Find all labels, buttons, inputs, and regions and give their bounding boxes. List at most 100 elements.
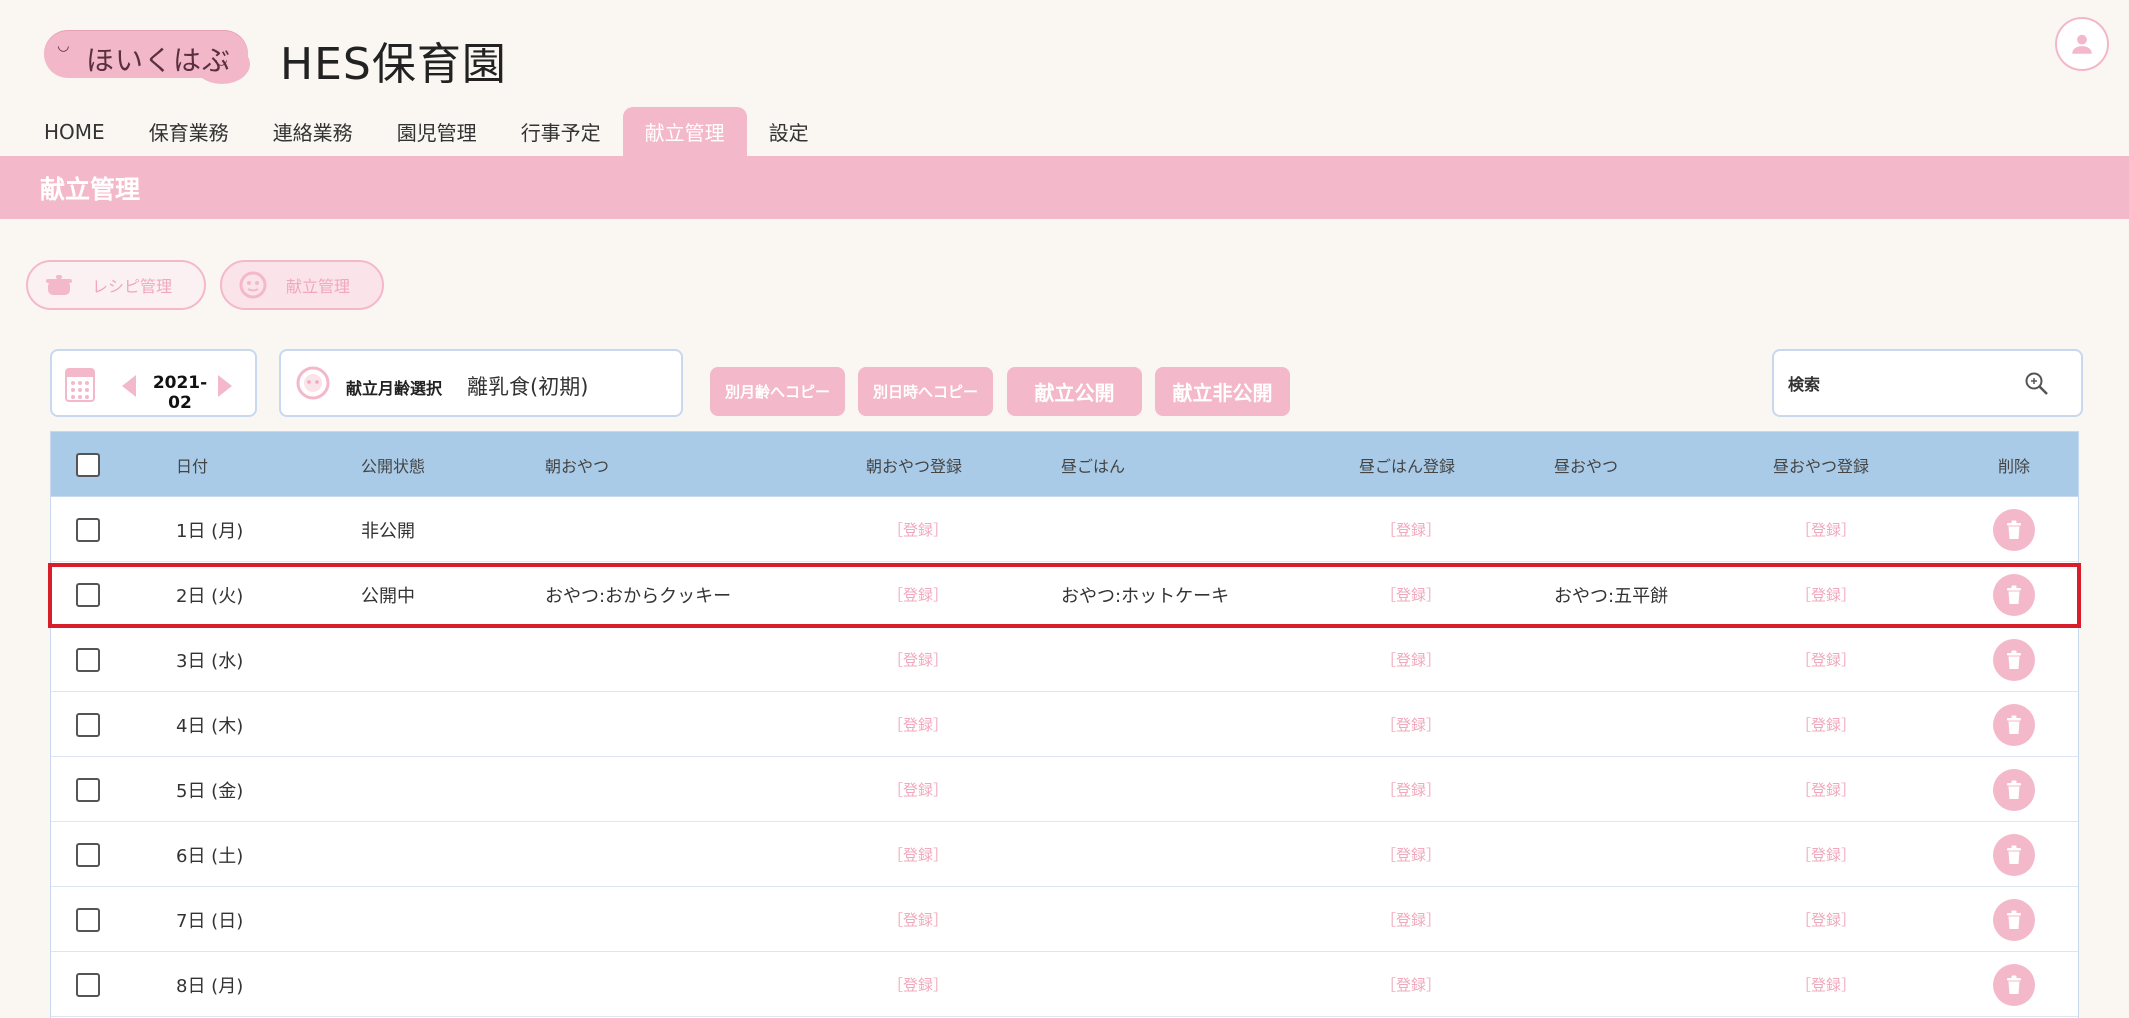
row-checkbox[interactable]	[76, 842, 100, 867]
afternoon-register-link[interactable]: ［登録］	[1796, 822, 1856, 887]
row-checkbox[interactable]	[76, 517, 100, 542]
next-month-arrow-icon[interactable]	[218, 375, 232, 397]
table-row: 7日 (日) ［登録］ ［登録］ ［登録］	[51, 887, 2078, 952]
row-checkbox[interactable]	[76, 647, 100, 672]
row-date: 8日 (月)	[176, 975, 244, 997]
delete-button[interactable]	[1993, 508, 2035, 551]
morning-register-link[interactable]: ［登録］	[888, 822, 948, 887]
lunch-register-link[interactable]: ［登録］	[1381, 497, 1441, 562]
unpublish-menu-button[interactable]: 献立非公開	[1155, 367, 1290, 416]
recipe-manage-button[interactable]: レシピ管理	[26, 260, 207, 310]
lunch-register-link[interactable]: ［登録］	[1381, 887, 1441, 952]
morning-register-link[interactable]: ［登録］	[888, 497, 948, 562]
afternoon-register-link[interactable]: ［登録］	[1796, 497, 1856, 562]
row-status: 公開中	[361, 585, 415, 607]
trash-icon	[2007, 585, 2021, 604]
top-bar: ◡ ほいくはぶ ◡ HES保育園	[0, 0, 2129, 98]
header-lunch: 昼ごはん	[1061, 456, 1126, 476]
morning-register-link[interactable]: ［登録］	[888, 952, 948, 1017]
publish-menu-button[interactable]: 献立公開	[1007, 367, 1142, 416]
nav-children[interactable]: 園児管理	[375, 107, 499, 156]
row-date: 5日 (金)	[176, 780, 244, 802]
face-icon	[238, 270, 268, 300]
morning-register-link[interactable]: ［登録］	[888, 757, 948, 822]
header-date: 日付	[176, 456, 209, 476]
row-checkbox[interactable]	[76, 712, 100, 737]
afternoon-register-link[interactable]: ［登録］	[1796, 562, 1856, 627]
age-select-value: 離乳食(初期)	[467, 375, 589, 399]
lunch-register-link[interactable]: ［登録］	[1381, 952, 1441, 1017]
logo-smile-left: ◡	[58, 38, 69, 54]
pot-icon	[44, 270, 74, 300]
delete-button[interactable]	[1993, 573, 2035, 616]
select-all-checkbox[interactable]	[76, 452, 100, 477]
nav-contact[interactable]: 連絡業務	[251, 107, 375, 156]
search-icon[interactable]	[2024, 371, 2050, 401]
row-date: 7日 (日)	[176, 910, 244, 932]
row-date: 1日 (月)	[176, 520, 244, 542]
prev-month-arrow-icon[interactable]	[122, 375, 136, 397]
app-logo[interactable]: ◡ ほいくはぶ ◡	[44, 30, 250, 84]
app-title: HES保育園	[280, 39, 507, 90]
delete-button[interactable]	[1993, 638, 2035, 681]
logo-smile-right: ◡	[216, 52, 227, 68]
delete-button[interactable]	[1993, 833, 2035, 876]
table-row: 1日 (月) 非公開 ［登録］ ［登録］ ［登録］	[51, 497, 2078, 562]
nav-events[interactable]: 行事予定	[499, 107, 623, 156]
morning-register-link[interactable]: ［登録］	[888, 692, 948, 757]
copy-to-date-button[interactable]: 別日時へコピー	[858, 367, 993, 416]
lunch-register-link[interactable]: ［登録］	[1381, 822, 1441, 887]
age-select-label: 献立月齢選択	[346, 379, 443, 398]
trash-icon	[2007, 845, 2021, 864]
row-checkbox[interactable]	[76, 907, 100, 932]
trash-icon	[2007, 715, 2021, 734]
delete-button[interactable]	[1993, 963, 2035, 1006]
user-avatar-button[interactable]	[2055, 17, 2109, 71]
logo-text: ほいくはぶ	[86, 44, 232, 77]
morning-register-link[interactable]: ［登録］	[888, 562, 948, 627]
morning-register-link[interactable]: ［登録］	[888, 887, 948, 952]
search-input[interactable]	[1788, 367, 2018, 401]
row-date: 6日 (土)	[176, 845, 244, 867]
age-select[interactable]: 献立月齢選択 離乳食(初期)	[279, 349, 880, 417]
lunch-register-link[interactable]: ［登録］	[1381, 562, 1441, 627]
lunch-register-link[interactable]: ［登録］	[1381, 757, 1441, 822]
nav-childcare[interactable]: 保育業務	[127, 107, 251, 156]
table-row: 4日 (木) ［登録］ ［登録］ ［登録］	[51, 692, 2078, 757]
header-afternoon-snack: 昼おやつ	[1554, 456, 1619, 476]
afternoon-register-link[interactable]: ［登録］	[1796, 757, 1856, 822]
nav-settings[interactable]: 設定	[747, 107, 831, 156]
table-row: 8日 (月) ［登録］ ［登録］ ［登録］	[51, 952, 2078, 1017]
page-title-band: 献立管理	[0, 156, 2129, 219]
row-morning-snack: おやつ:おからクッキー	[545, 585, 732, 607]
nav-home[interactable]: HOME	[0, 107, 127, 156]
row-checkbox[interactable]	[76, 972, 100, 997]
afternoon-register-link[interactable]: ［登録］	[1796, 887, 1856, 952]
afternoon-register-link[interactable]: ［登録］	[1796, 627, 1856, 692]
menu-table: 日付 公開状態 朝おやつ 朝おやつ登録 昼ごはん 昼ごはん登録 昼おやつ 昼おや…	[50, 431, 2079, 1018]
row-afternoon-snack: おやつ:五平餅	[1554, 585, 1669, 607]
calendar-icon[interactable]	[64, 365, 96, 407]
trash-icon	[2007, 780, 2021, 799]
row-checkbox[interactable]	[76, 777, 100, 802]
table-row: 6日 (土) ［登録］ ［登録］ ［登録］	[51, 822, 2078, 887]
delete-button[interactable]	[1993, 703, 2035, 746]
delete-button[interactable]	[1993, 898, 2035, 941]
trash-icon	[2007, 650, 2021, 669]
header-status: 公開状態	[361, 456, 426, 476]
nav-menu[interactable]: 献立管理	[622, 107, 747, 156]
afternoon-register-link[interactable]: ［登録］	[1796, 952, 1856, 1017]
lunch-register-link[interactable]: ［登録］	[1381, 627, 1441, 692]
row-date: 3日 (水)	[176, 650, 244, 672]
row-status: 非公開	[361, 520, 415, 542]
menu-manage-button[interactable]: 献立管理	[220, 260, 385, 310]
menu-manage-label: 献立管理	[286, 277, 351, 296]
main-nav: HOME 保育業務 連絡業務 園児管理 行事予定 献立管理 設定	[0, 107, 831, 156]
afternoon-register-link[interactable]: ［登録］	[1796, 692, 1856, 757]
lunch-register-link[interactable]: ［登録］	[1381, 692, 1441, 757]
delete-button[interactable]	[1993, 768, 2035, 811]
row-lunch: おやつ:ホットケーキ	[1061, 585, 1230, 607]
morning-register-link[interactable]: ［登録］	[888, 627, 948, 692]
row-checkbox[interactable]	[76, 582, 100, 607]
copy-to-age-button[interactable]: 別月齢へコピー	[710, 367, 845, 416]
